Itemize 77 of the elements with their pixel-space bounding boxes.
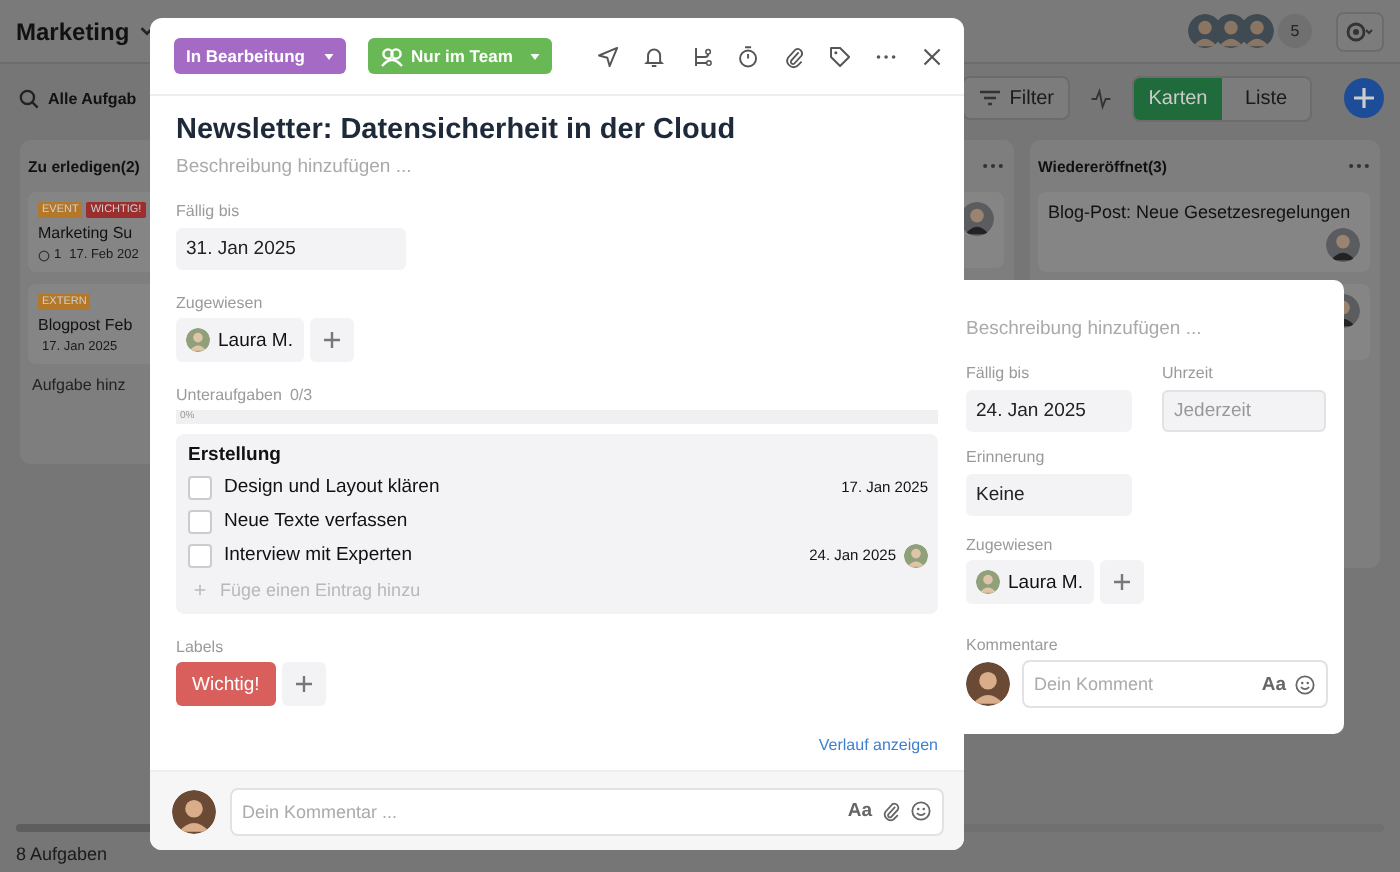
- comment-field[interactable]: Dein Komment Aa: [1022, 660, 1328, 708]
- avatar: [1240, 14, 1274, 48]
- field-label: Kommentare: [966, 636, 1058, 654]
- plus-icon: [194, 583, 206, 595]
- field-label: Fällig bis: [966, 364, 1032, 382]
- comment-field[interactable]: Dein Kommentar ... Aa: [230, 787, 944, 835]
- format-toggle[interactable]: Aa: [1261, 673, 1286, 695]
- subtasks-count: 0/3: [289, 386, 313, 404]
- bell-icon[interactable]: [642, 43, 668, 69]
- reminder-field[interactable]: Keine: [966, 474, 1132, 516]
- card-title: Marketing Su: [38, 224, 135, 242]
- task-title[interactable]: Newsletter: Datensicherheit in der Cloud: [176, 114, 736, 146]
- subtask-text[interactable]: Interview mit Experten: [224, 544, 412, 566]
- assignee-chip[interactable]: Laura M.: [176, 318, 303, 362]
- team-icon: [379, 45, 404, 67]
- activity-icon[interactable]: [1090, 87, 1112, 109]
- subtasks-label: Unteraufgaben: [176, 386, 282, 404]
- view-tab[interactable]: Karten: [1134, 77, 1222, 119]
- field-label: Erinnerung: [966, 448, 1047, 466]
- paperclip-icon[interactable]: [880, 800, 902, 822]
- field-label: Zugewiesen: [966, 536, 1053, 554]
- label-tag[interactable]: Wichtig!: [176, 662, 276, 706]
- format-toggle[interactable]: Aa: [847, 800, 872, 822]
- due-date-field[interactable]: 31. Jan 2025: [176, 228, 406, 270]
- time-field[interactable]: Jederzeit: [1162, 390, 1326, 432]
- avatar: [966, 662, 1010, 706]
- subtask-text[interactable]: Design und Layout klären: [224, 476, 440, 498]
- emoji-icon[interactable]: [910, 800, 932, 822]
- task-card[interactable]: Blog-Post: Neue Gesetzesregelungen: [1038, 192, 1370, 272]
- avatar: [186, 328, 210, 352]
- plus-icon: [293, 674, 314, 694]
- add-assignee-button[interactable]: [1099, 560, 1143, 604]
- close-icon[interactable]: [919, 43, 944, 69]
- field-label: Fällig bis: [176, 202, 240, 220]
- due-date-field[interactable]: 24. Jan 2025: [966, 390, 1132, 432]
- card-title: Blog-Post: Neue Gesetzesregelungen: [1048, 202, 1353, 222]
- search-icon[interactable]: [18, 87, 40, 109]
- caret-icon: [323, 53, 334, 59]
- branch-icon[interactable]: [689, 43, 714, 69]
- history-link[interactable]: Verlauf anzeigen: [818, 736, 938, 754]
- caret-icon: [530, 53, 541, 59]
- plus-icon: [1111, 572, 1131, 592]
- assignee-chip[interactable]: Laura M.: [966, 560, 1093, 604]
- view-tab[interactable]: Liste: [1222, 77, 1310, 119]
- subtask-text[interactable]: Neue Texte verfassen: [224, 510, 408, 532]
- filter-icon: [977, 88, 1002, 108]
- avatar: [172, 789, 216, 833]
- checkbox[interactable]: [188, 475, 212, 499]
- field-label: Zugewiesen: [176, 294, 263, 312]
- more-icon[interactable]: [1348, 162, 1370, 170]
- status-dropdown[interactable]: In Bearbeitung: [174, 38, 346, 74]
- send-icon[interactable]: [596, 43, 621, 69]
- add-task-button[interactable]: [1344, 78, 1384, 118]
- avatar: [976, 570, 1000, 594]
- field-label: Uhrzeit: [1162, 364, 1215, 382]
- plus-icon: [321, 330, 341, 350]
- tag-icon[interactable]: [827, 43, 852, 69]
- add-label-button[interactable]: [281, 662, 326, 706]
- settings-icon: [1344, 19, 1376, 43]
- board-title[interactable]: Marketing: [16, 17, 130, 45]
- field-label: Labels: [176, 638, 224, 656]
- member-count[interactable]: 5: [1278, 14, 1312, 48]
- checkbox[interactable]: [188, 509, 212, 533]
- timer-icon[interactable]: [735, 43, 760, 69]
- task-count: 8 Aufgaben: [16, 844, 110, 864]
- card-title: Blogpost Feb: [38, 316, 135, 334]
- comment-icon: [38, 249, 50, 261]
- filter-button[interactable]: Filter: [961, 76, 1070, 120]
- checkbox[interactable]: [188, 543, 212, 567]
- plus-icon: [1352, 86, 1376, 110]
- checklist-title: Erstellung: [188, 444, 283, 466]
- settings-button[interactable]: [1336, 11, 1384, 51]
- more-icon[interactable]: [982, 162, 1004, 170]
- emoji-icon[interactable]: [1294, 673, 1316, 695]
- add-assignee-button[interactable]: [309, 318, 353, 362]
- view-title: Alle Aufgab: [48, 89, 137, 107]
- paperclip-icon[interactable]: [781, 43, 806, 69]
